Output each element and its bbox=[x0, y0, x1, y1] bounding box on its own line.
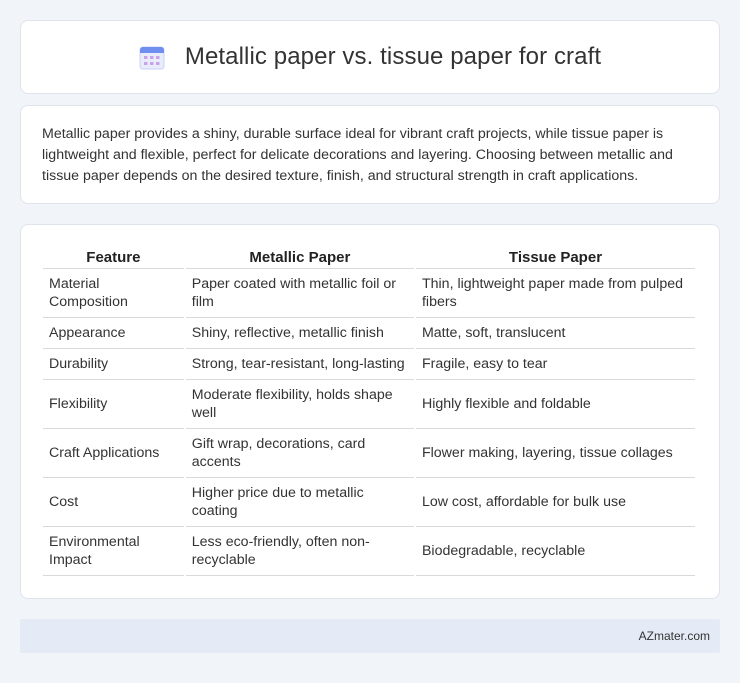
table-row: Material Composition Paper coated with m… bbox=[43, 269, 695, 318]
table-row: Craft Applications Gift wrap, decoration… bbox=[43, 429, 695, 478]
tissue-cell: Low cost, affordable for bulk use bbox=[415, 478, 695, 527]
footer-brand: AZmater.com bbox=[638, 629, 710, 643]
feature-cell: Durability bbox=[43, 349, 184, 380]
metallic-cell: Less eco-friendly, often non-recyclable bbox=[185, 527, 414, 576]
feature-cell: Material Composition bbox=[43, 269, 184, 318]
metallic-cell: Shiny, reflective, metallic finish bbox=[185, 318, 414, 349]
table-row: Environmental Impact Less eco-friendly, … bbox=[43, 527, 695, 576]
header-metallic-paper: Metallic Paper bbox=[185, 245, 414, 269]
tissue-cell: Highly flexible and foldable bbox=[415, 380, 695, 429]
table-card: Feature Metallic Paper Tissue Paper Mate… bbox=[20, 224, 720, 599]
metallic-cell: Gift wrap, decorations, card accents bbox=[185, 429, 414, 478]
intro-paragraph: Metallic paper provides a shiny, durable… bbox=[42, 126, 673, 184]
table-row: Cost Higher price due to metallic coatin… bbox=[43, 478, 695, 527]
header-feature: Feature bbox=[43, 245, 184, 269]
header-tissue-paper: Tissue Paper bbox=[415, 245, 695, 269]
feature-cell: Appearance bbox=[43, 318, 184, 349]
feature-cell: Craft Applications bbox=[43, 429, 184, 478]
feature-cell: Cost bbox=[43, 478, 184, 527]
table-header-row: Feature Metallic Paper Tissue Paper bbox=[43, 245, 695, 269]
title-card: Metallic paper vs. tissue paper for craf… bbox=[20, 20, 720, 94]
tissue-cell: Thin, lightweight paper made from pulped… bbox=[415, 269, 695, 318]
table-row: Durability Strong, tear-resistant, long-… bbox=[43, 349, 695, 380]
comparison-table: Feature Metallic Paper Tissue Paper Mate… bbox=[41, 245, 697, 576]
tissue-cell: Fragile, easy to tear bbox=[415, 349, 695, 380]
page-title: Metallic paper vs. tissue paper for craf… bbox=[184, 43, 602, 70]
footer: AZmater.com bbox=[20, 619, 720, 653]
metallic-cell: Higher price due to metallic coating bbox=[185, 478, 414, 527]
feature-cell: Environmental Impact bbox=[43, 527, 184, 576]
table-row: Flexibility Moderate flexibility, holds … bbox=[43, 380, 695, 429]
tissue-cell: Flower making, layering, tissue collages bbox=[415, 429, 695, 478]
table-row: Appearance Shiny, reflective, metallic f… bbox=[43, 318, 695, 349]
feature-cell: Flexibility bbox=[43, 380, 184, 429]
intro-card: Metallic paper provides a shiny, durable… bbox=[20, 105, 720, 204]
tissue-cell: Biodegradable, recyclable bbox=[415, 527, 695, 576]
metallic-cell: Paper coated with metallic foil or film bbox=[185, 269, 414, 318]
calendar-icon bbox=[139, 46, 165, 70]
tissue-cell: Matte, soft, translucent bbox=[415, 318, 695, 349]
metallic-cell: Moderate flexibility, holds shape well bbox=[185, 380, 414, 429]
metallic-cell: Strong, tear-resistant, long-lasting bbox=[185, 349, 414, 380]
